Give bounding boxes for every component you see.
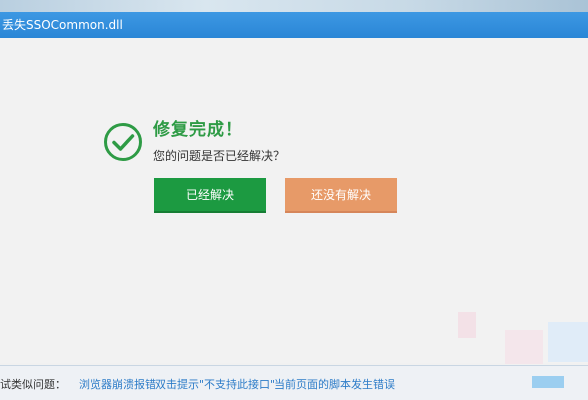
- result-title: 修复完成！: [153, 120, 243, 140]
- similar-issue-link[interactable]: 浏览器崩溃报错: [79, 378, 156, 392]
- result-question: 您的问题是否已经解决？: [153, 149, 286, 163]
- decorative-block: [532, 376, 564, 388]
- decorative-block: [505, 330, 543, 364]
- decorative-block: [548, 322, 588, 362]
- similar-issue-link[interactable]: 双击提示"不支持此接口": [155, 378, 275, 392]
- check-circle-icon: [104, 123, 142, 161]
- window-title: 丢失SSOCommon.dll: [2, 18, 123, 32]
- similar-issue-link[interactable]: 当前页面的脚本发生错误: [274, 378, 395, 392]
- resolved-button[interactable]: 已经解决: [154, 178, 266, 213]
- similar-issues-label: 试类似问题：: [0, 378, 66, 391]
- window-top-strip: [0, 0, 588, 12]
- decorative-block: [458, 312, 476, 338]
- unresolved-button[interactable]: 还没有解决: [285, 178, 397, 213]
- similar-issues-bar: 试类似问题： 浏览器崩溃报错 双击提示"不支持此接口" 当前页面的脚本发生错误: [0, 365, 588, 400]
- window-titlebar: 丢失SSOCommon.dll: [0, 12, 588, 38]
